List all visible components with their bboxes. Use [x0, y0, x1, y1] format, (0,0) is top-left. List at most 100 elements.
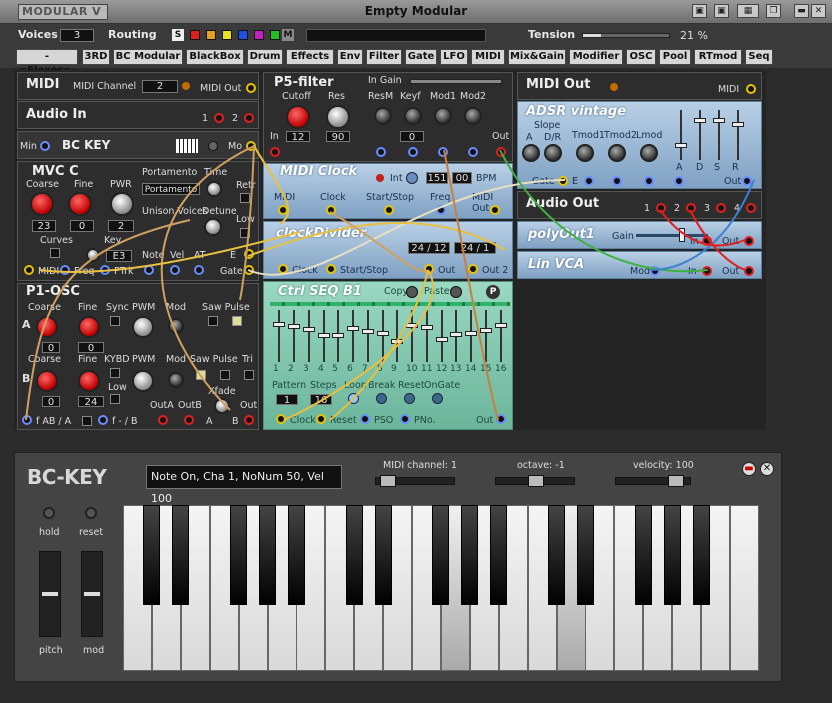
tab-osc[interactable]: OSC	[626, 49, 656, 65]
audio-out-4-jack[interactable]	[746, 203, 756, 213]
adsr-fader[interactable]	[713, 118, 725, 123]
adsr-lmod-knob[interactable]	[640, 144, 658, 162]
black-key[interactable]	[346, 505, 363, 605]
osc-a-pulse-toggle[interactable]	[232, 316, 242, 326]
routing-blue-swatch[interactable]	[238, 30, 248, 40]
adsr-gate-jack[interactable]	[558, 176, 568, 186]
black-key[interactable]	[259, 505, 276, 605]
adsr-fader[interactable]	[675, 143, 687, 148]
audio-in-module[interactable]: Audio In 1 2	[17, 101, 259, 129]
mod1-jack[interactable]	[438, 147, 448, 157]
mvc-detune-knob[interactable]	[204, 218, 222, 236]
routing-m-button[interactable]: M	[282, 29, 294, 41]
seq-faders[interactable]	[272, 310, 508, 362]
osc-a-coarse-knob[interactable]	[36, 316, 58, 338]
mvc-freq-jack[interactable]	[60, 265, 70, 275]
seq-loop-led[interactable]	[348, 393, 359, 404]
resm-jack[interactable]	[376, 147, 386, 157]
velocity-slider[interactable]	[615, 475, 691, 487]
audio-out-2-jack[interactable]	[686, 203, 696, 213]
clock-int-knob[interactable]	[406, 172, 418, 184]
p1-osc-module[interactable]: P1-OSC Coarse Fine Sync PWM Mod Saw Puls…	[17, 283, 259, 430]
tension-slider[interactable]	[582, 33, 670, 38]
seq-reset-jack[interactable]	[316, 414, 326, 424]
mvc-retr-toggle[interactable]	[240, 193, 250, 203]
osc-a-mod-knob[interactable]	[168, 318, 184, 334]
osc-a-pwm-knob[interactable]	[132, 316, 154, 338]
osc-a-sync-toggle[interactable]	[110, 316, 120, 326]
routing-red-swatch[interactable]	[190, 30, 200, 40]
poly-in-jack[interactable]	[702, 236, 712, 246]
divider-out-jack[interactable]	[424, 264, 434, 274]
cutoff-knob[interactable]	[286, 105, 310, 129]
resm-knob[interactable]	[374, 107, 392, 125]
tab-3rd[interactable]: 3RD	[82, 49, 110, 65]
routing-yellow-swatch[interactable]	[222, 30, 232, 40]
black-key[interactable]	[461, 505, 478, 605]
tab-mix-gain[interactable]: Mix&Gain	[508, 49, 566, 65]
seq-paste-button[interactable]	[450, 286, 462, 298]
in-gain-slider[interactable]	[410, 79, 502, 84]
black-key[interactable]	[577, 505, 594, 605]
seq-step-fader[interactable]	[332, 333, 344, 338]
black-key[interactable]	[490, 505, 507, 605]
seq-step-fader[interactable]	[377, 331, 389, 336]
black-key[interactable]	[172, 505, 189, 605]
osc-b-kybd-toggle[interactable]	[110, 368, 120, 378]
divider-ratio-2[interactable]: 24 / 1	[454, 242, 496, 254]
tab-lfo[interactable]: LFO	[440, 49, 468, 65]
osc-b-saw-toggle[interactable]	[196, 370, 206, 380]
osc-b-low-toggle[interactable]	[110, 394, 120, 404]
adsr-e-jack[interactable]	[584, 176, 594, 186]
mvc-ptrk-jack[interactable]	[100, 265, 110, 275]
midi-channel-slider[interactable]	[375, 475, 455, 487]
tab-drum[interactable]: Drum	[247, 49, 283, 65]
routing-green-swatch[interactable]	[270, 30, 280, 40]
black-key[interactable]	[375, 505, 392, 605]
keyboard-icon[interactable]	[176, 139, 198, 153]
tab-pool[interactable]: Pool	[659, 49, 691, 65]
mvc-gate-jack[interactable]	[244, 265, 254, 275]
seq-pattern-value[interactable]: 1	[276, 394, 298, 406]
seq-clock-jack[interactable]	[276, 414, 286, 424]
routing-orange-swatch[interactable]	[206, 30, 216, 40]
adsr-tmod1-knob[interactable]	[576, 144, 594, 162]
midi-channel-field[interactable]: 2	[142, 80, 178, 93]
seq-step-fader[interactable]	[450, 332, 462, 337]
reset-button[interactable]	[85, 507, 97, 519]
mod2-jack[interactable]	[468, 147, 478, 157]
tab-midi[interactable]: MIDI	[471, 49, 505, 65]
adsr-module[interactable]: ADSR vintage Slope A D/R Tmod1 Tmod2 Lmo…	[517, 101, 762, 189]
octave-slider[interactable]	[495, 475, 575, 487]
black-key[interactable]	[432, 505, 449, 605]
mod-wheel[interactable]	[81, 551, 103, 637]
clock-midi-jack[interactable]	[278, 205, 288, 215]
black-key[interactable]	[288, 505, 305, 605]
close-icon[interactable]: ✕	[811, 4, 826, 18]
osc-fb-jack[interactable]	[98, 415, 108, 425]
mvc-key-value[interactable]: E3	[106, 250, 132, 262]
seq-step-fader[interactable]	[288, 324, 300, 329]
adsr-out-jack[interactable]	[742, 176, 752, 186]
clock-midiout-jack[interactable]	[490, 205, 500, 215]
mvc-note-jack[interactable]	[144, 265, 154, 275]
voices-field[interactable]: 3	[60, 29, 94, 42]
divider-startstop-jack[interactable]	[326, 264, 336, 274]
seq-break-led[interactable]	[376, 393, 387, 404]
divider-clock-jack[interactable]	[278, 264, 288, 274]
audio-out-1-jack[interactable]	[656, 203, 666, 213]
adsr-tmod1-jack[interactable]	[612, 176, 622, 186]
minimize-icon[interactable]: ▬	[794, 4, 809, 18]
osc-b-pwm-knob[interactable]	[132, 370, 154, 392]
copy-icon[interactable]: ❐	[766, 4, 781, 18]
bc-key-min-jack[interactable]	[40, 141, 50, 151]
black-key[interactable]	[693, 505, 710, 605]
keyf-jack[interactable]	[408, 147, 418, 157]
portamento-mode-field[interactable]: Portamento	[142, 183, 200, 195]
midi-clock-module[interactable]: MIDI Clock Int 151 00 BPM MIDI Clock Sta…	[263, 163, 513, 219]
bc-key-module[interactable]: Min BC KEY Mo	[17, 131, 259, 159]
filter-in-jack[interactable]	[270, 147, 280, 157]
midi-out-jack[interactable]	[246, 83, 256, 93]
seq-step-fader[interactable]	[436, 337, 448, 342]
mvc-curves-toggle[interactable]	[50, 248, 60, 258]
